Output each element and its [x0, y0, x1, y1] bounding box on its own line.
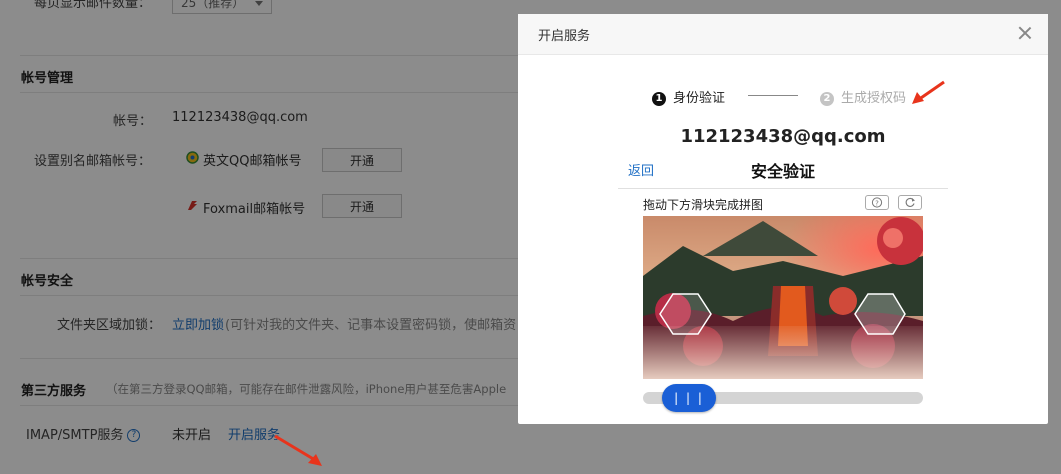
- captcha-puzzle-image: [643, 216, 923, 379]
- step-number: 1: [652, 92, 666, 106]
- step-label: 身份验证: [673, 91, 726, 106]
- annotation-arrow-icon: [274, 434, 322, 466]
- step-auth-code: 2 生成授权码: [820, 87, 906, 106]
- refresh-icon[interactable]: [898, 195, 922, 210]
- close-icon[interactable]: [1016, 24, 1034, 42]
- svg-text:?: ?: [875, 199, 879, 207]
- captcha-hint: 拖动下方滑块完成拼图: [643, 198, 764, 212]
- annotation-arrow-icon: [912, 80, 945, 104]
- captcha-back-link[interactable]: 返回: [628, 160, 654, 179]
- captcha-title: 安全验证: [750, 162, 815, 181]
- captcha-divider: [618, 188, 948, 189]
- help-icon[interactable]: ?: [865, 195, 889, 210]
- dialog-title: 开启服务: [538, 29, 591, 44]
- open-service-dialog: 开启服务 1 身份验证 2 生成授权码 112123438@qq.com 安全验证 …: [518, 14, 1048, 424]
- verify-account: 112123438@qq.com: [680, 126, 886, 147]
- step-label: 生成授权码: [841, 91, 907, 106]
- dialog-header: 开启服务: [518, 14, 1048, 55]
- step-connector: [748, 95, 798, 96]
- step-identity: 1 身份验证: [652, 87, 725, 106]
- step-number: 2: [820, 92, 834, 106]
- captcha-slider-handle[interactable]: | | |: [662, 384, 716, 412]
